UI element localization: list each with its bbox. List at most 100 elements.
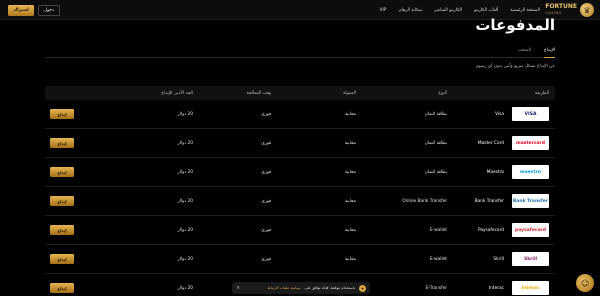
header-time: وقت المعالجة	[246, 90, 271, 96]
method-cell: Interac Interac	[447, 281, 555, 295]
logo-name: FORTUNE	[545, 3, 577, 10]
min-deposit-cell: 20 دولار	[177, 111, 193, 117]
deposit-button[interactable]: إيداع	[50, 254, 74, 264]
type-cell: بطاقة ائتمان	[424, 140, 447, 146]
header-min-deposit: الحد الأدنى للإيداع	[161, 90, 193, 96]
action-cell: إيداع	[45, 225, 105, 235]
header-type: النوع	[438, 90, 447, 96]
min-deposit-cell: 20 دولار	[177, 256, 193, 262]
deposit-button[interactable]: إيداع	[50, 225, 74, 235]
payment-logo-icon: paysafecard	[512, 223, 549, 237]
payment-logo-text: mastercard	[516, 140, 545, 146]
cookie-text: باستخدام موقعنا، فإنك توافق على	[304, 286, 355, 290]
min-deposit-cell: 20 دولار	[177, 169, 193, 175]
method-name: Visa	[495, 111, 504, 117]
time-cell: فوري	[261, 140, 271, 146]
deposit-button[interactable]: إيداع	[50, 167, 74, 177]
action-cell: إيداع	[45, 109, 105, 119]
cookie-icon: ✦	[359, 284, 366, 292]
type-cell: بطاقة ائتمان	[424, 169, 447, 175]
min-deposit-cell: 20 دولار	[177, 227, 193, 233]
table-row: mastercard Master Card بطاقة ائتمان مجان…	[45, 129, 555, 158]
cookie-policy-link[interactable]: سياسة ملفات الارتباط	[267, 286, 300, 290]
table-header: الطريقة النوع العمولة وقت المعالجة الحد …	[45, 86, 555, 100]
cookie-banner: ✦ باستخدام موقعنا، فإنك توافق على سياسة …	[232, 282, 370, 294]
time-cell: فوري	[261, 256, 271, 262]
tab-withdraw[interactable]: السحب	[518, 46, 531, 58]
method-cell: Skrill Skrill	[447, 252, 555, 266]
payment-logo-icon: Skrill	[512, 252, 549, 266]
method-name: Interac	[488, 285, 504, 291]
payment-logo-text: Interac	[521, 285, 540, 291]
type-cell: E-wallet	[429, 256, 447, 262]
method-name: Skrill	[493, 256, 504, 262]
method-name: Master Card	[477, 140, 504, 146]
header-fee: العمولة	[343, 90, 356, 96]
fee-cell: مجانية	[344, 169, 356, 175]
deposit-button[interactable]: إيداع	[50, 109, 74, 119]
payment-logo-text: Bank Transfer	[512, 198, 549, 204]
payment-logo-icon: VISA	[512, 107, 549, 121]
min-deposit-cell: 20 دولار	[177, 140, 193, 146]
nav-item-vip[interactable]: VIP	[380, 8, 387, 13]
type-cell: E-wallet	[429, 227, 447, 233]
logo-emblem-icon: ♛	[580, 3, 594, 17]
chat-widget-icon[interactable]: ☺	[576, 274, 594, 292]
table-row: paysafecard Paysafecard E-wallet مجانية …	[45, 216, 555, 245]
payment-logo-text: paysafecard	[515, 227, 546, 233]
method-cell: paysafecard Paysafecard	[447, 223, 555, 237]
action-cell: إيداع	[45, 283, 105, 293]
nav-item-live-casino[interactable]: الكازينو المباشر	[434, 8, 462, 13]
login-button[interactable]: دخول	[38, 5, 60, 16]
time-cell: فوري	[261, 198, 271, 204]
method-cell: VISA Visa	[447, 107, 555, 121]
tab-deposit[interactable]: الإيداع	[544, 46, 555, 58]
register-button[interactable]: اشتراك	[8, 5, 34, 16]
deposit-button[interactable]: إيداع	[50, 196, 74, 206]
table-body: VISA Visa بطاقة ائتمان مجانية فوري 20 دو…	[45, 100, 555, 296]
nav-item-casino-games[interactable]: ألعاب الكازينو	[474, 8, 498, 13]
intro-text: عن الإيداع بشكل سريع وآمن بدون أي رسوم	[476, 64, 555, 69]
action-cell: إيداع	[45, 254, 105, 264]
header-method: الطريقة	[534, 90, 549, 96]
fee-cell: مجانية	[344, 198, 356, 204]
action-cell: إيداع	[45, 196, 105, 206]
type-cell: Online Bank Transfer	[402, 198, 447, 204]
deposit-button[interactable]: إيداع	[50, 138, 74, 148]
fee-cell: مجانية	[344, 111, 356, 117]
action-cell: إيداع	[45, 138, 105, 148]
min-deposit-cell: 20 دولار	[177, 285, 193, 291]
payment-logo-icon: mastercard	[512, 136, 549, 150]
fee-cell: مجانية	[344, 140, 356, 146]
payment-logo-icon: Interac	[512, 281, 549, 295]
min-deposit-cell: 20 دولار	[177, 198, 193, 204]
payment-logo-text: maestro	[520, 169, 541, 175]
action-cell: إيداع	[45, 167, 105, 177]
payment-logo-icon: maestro	[512, 165, 549, 179]
table-row: VISA Visa بطاقة ائتمان مجانية فوري 20 دو…	[45, 100, 555, 129]
nav-item-betting[interactable]: سكانة الرهان	[398, 8, 422, 13]
payments-table: الطريقة النوع العمولة وقت المعالجة الحد …	[45, 86, 555, 296]
type-cell: بطاقة ائتمان	[424, 111, 447, 117]
table-row: Skrill Skrill E-wallet مجانية فوري 20 دو…	[45, 245, 555, 274]
fee-cell: مجانية	[344, 256, 356, 262]
deposit-button[interactable]: إيداع	[50, 283, 74, 293]
payment-logo-icon: Bank Transfer	[512, 194, 549, 208]
close-icon[interactable]: ×	[236, 285, 240, 291]
time-cell: فوري	[261, 227, 271, 233]
time-cell: فوري	[261, 169, 271, 175]
nav-item-home[interactable]: الصفحة الرئيسية	[510, 8, 540, 13]
fee-cell: مجانية	[344, 227, 356, 233]
method-cell: mastercard Master Card	[447, 136, 555, 150]
payment-logo-text: Skrill	[523, 256, 538, 262]
method-cell: maestro Maestro	[447, 165, 555, 179]
method-cell: Bank Transfer Bank Transfer	[447, 194, 555, 208]
table-row: Bank Transfer Bank Transfer Online Bank …	[45, 187, 555, 216]
method-name: Maestro	[486, 169, 504, 175]
method-name: Paysafecard	[477, 227, 504, 233]
page-title: المدفوعات	[475, 16, 555, 34]
time-cell: فوري	[261, 111, 271, 117]
payment-logo-text: VISA	[524, 111, 537, 117]
table-row: maestro Maestro بطاقة ائتمان مجانية فوري…	[45, 158, 555, 187]
method-name: Bank Transfer	[474, 198, 504, 204]
